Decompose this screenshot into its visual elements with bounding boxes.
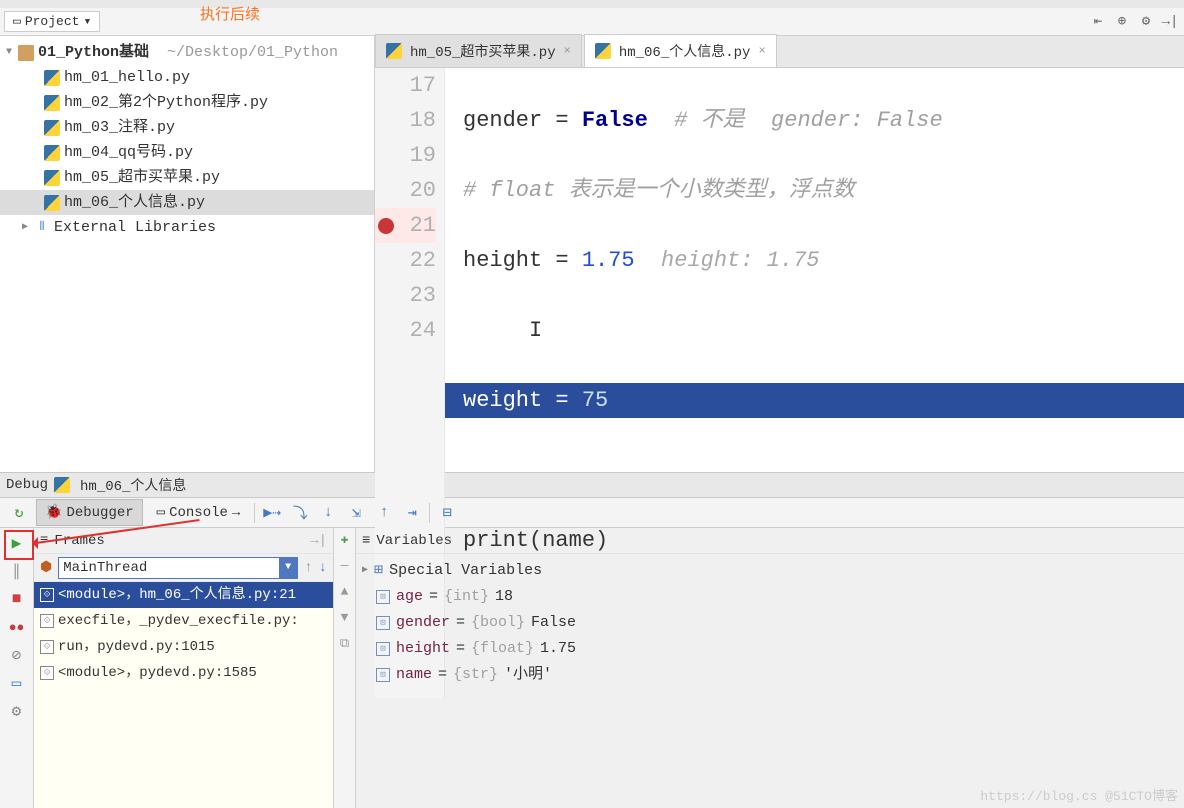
close-icon[interactable]: × (564, 44, 571, 58)
stack-frame[interactable]: ⟐run，pydevd.py:1015 (34, 634, 333, 660)
next-frame-icon[interactable]: ↓ (319, 560, 327, 576)
step-over-icon[interactable]: ⤵ (289, 502, 311, 524)
thread-selector[interactable]: MainThread▼ (58, 557, 298, 579)
stack-frame[interactable]: ⟐execfile，_pydev_execfile.py: (34, 608, 333, 634)
breakpoint-icon[interactable] (378, 218, 394, 234)
project-toolbar: ▭ Project ▾ ⇤ ⊕ ⚙ →| (0, 8, 1184, 36)
tree-external-libs[interactable]: ▶⫴External Libraries (0, 215, 374, 240)
mute-breakpoints-icon[interactable]: ⊘ (6, 644, 28, 666)
thread-selector-bar: ⬢ MainThread▼ ↑ ↓ (34, 554, 333, 582)
tree-file[interactable]: hm_03_注释.py (0, 115, 374, 140)
breadcrumb (0, 0, 1184, 8)
debug-controls: ▶ ∥ ■ ●● ⊘ ▭ ⚙ (0, 528, 34, 808)
hide-icon[interactable]: →| (1160, 12, 1180, 32)
watermark: https://blog.cs @51CTO博客 (980, 785, 1178, 804)
stack-frame[interactable]: ⟐<module>，pydevd.py:1585 (34, 660, 333, 686)
step-out-icon[interactable]: ↑ (373, 502, 395, 524)
editor-tab-active[interactable]: hm_06_个人信息.py× (584, 34, 777, 67)
force-step-into-icon[interactable]: ⇲ (345, 502, 367, 524)
code-editor[interactable]: 17181920 21 222324 gender = False # 不是 g… (375, 68, 1184, 698)
run-to-cursor-icon[interactable]: ⇥ (401, 502, 423, 524)
copy-icon[interactable]: ⧉ (337, 636, 353, 652)
stack-frames[interactable]: ⟐<module>，hm_06_个人信息.py:21 ⟐execfile，_py… (34, 582, 333, 808)
tree-file[interactable]: hm_01_hello.py (0, 65, 374, 90)
remove-watch-icon[interactable]: — (337, 558, 353, 574)
frames-panel: ≡ Frames 执行后续 →| ⬢ MainThread▼ ↑ ↓ ⟐<mod… (34, 528, 334, 808)
collapse-icon[interactable]: ⇤ (1088, 12, 1108, 32)
tree-file[interactable]: hm_02_第2个Python程序.py (0, 90, 374, 115)
tree-file[interactable]: hm_05_超市买苹果.py (0, 165, 374, 190)
settings-icon[interactable]: ⚙ (1136, 12, 1156, 32)
add-watch-icon[interactable]: ✚ (337, 532, 353, 548)
project-dropdown[interactable]: ▭ Project ▾ (4, 11, 100, 32)
debugger-tab[interactable]: 🐞 Debugger (36, 499, 143, 526)
rerun-icon[interactable]: ↻ (8, 502, 30, 524)
tree-file-selected[interactable]: hm_06_个人信息.py (0, 190, 374, 215)
step-into-icon[interactable]: ↓ (317, 502, 339, 524)
frames-header: ≡ Frames 执行后续 →| (34, 528, 333, 554)
stack-frame[interactable]: ⟐<module>，hm_06_个人信息.py:21 (34, 582, 333, 608)
view-breakpoints-icon[interactable]: ●● (6, 616, 28, 638)
annotation-arrowhead (26, 537, 38, 549)
editor-tab[interactable]: hm_05_超市买苹果.py× (375, 34, 582, 67)
stop-button[interactable]: ■ (6, 588, 28, 610)
prev-frame-icon[interactable]: ↑ (304, 560, 312, 576)
pause-button[interactable]: ∥ (6, 560, 28, 582)
console-tab[interactable]: ▭ Console → (149, 500, 249, 525)
code-area[interactable]: gender = False # 不是 gender: False # floa… (445, 68, 1184, 698)
project-sidebar[interactable]: ▼01_Python基础 ~/Desktop/01_Python hm_01_h… (0, 36, 375, 472)
exec-hint-label: 执行后续 (200, 3, 260, 24)
pin-icon[interactable]: ⚙ (6, 700, 28, 722)
target-icon[interactable]: ⊕ (1112, 12, 1132, 32)
tree-file[interactable]: hm_04_qq号码.py (0, 140, 374, 165)
settings-icon[interactable]: ▭ (6, 672, 28, 694)
show-execution-icon[interactable]: ▶⇢ (261, 502, 283, 524)
close-icon[interactable]: × (758, 44, 765, 58)
variables-toolbar: ✚ — ▲ ▼ ⧉ (334, 528, 356, 808)
editor-tabs: hm_05_超市买苹果.py× hm_06_个人信息.py× (375, 36, 1184, 68)
tree-root[interactable]: ▼01_Python基础 ~/Desktop/01_Python (0, 40, 374, 65)
down-icon[interactable]: ▼ (337, 610, 353, 626)
up-icon[interactable]: ▲ (337, 584, 353, 600)
editor-panel: hm_05_超市买苹果.py× hm_06_个人信息.py× 17181920 … (375, 36, 1184, 472)
project-tree[interactable]: ▼01_Python基础 ~/Desktop/01_Python hm_01_h… (0, 36, 374, 244)
